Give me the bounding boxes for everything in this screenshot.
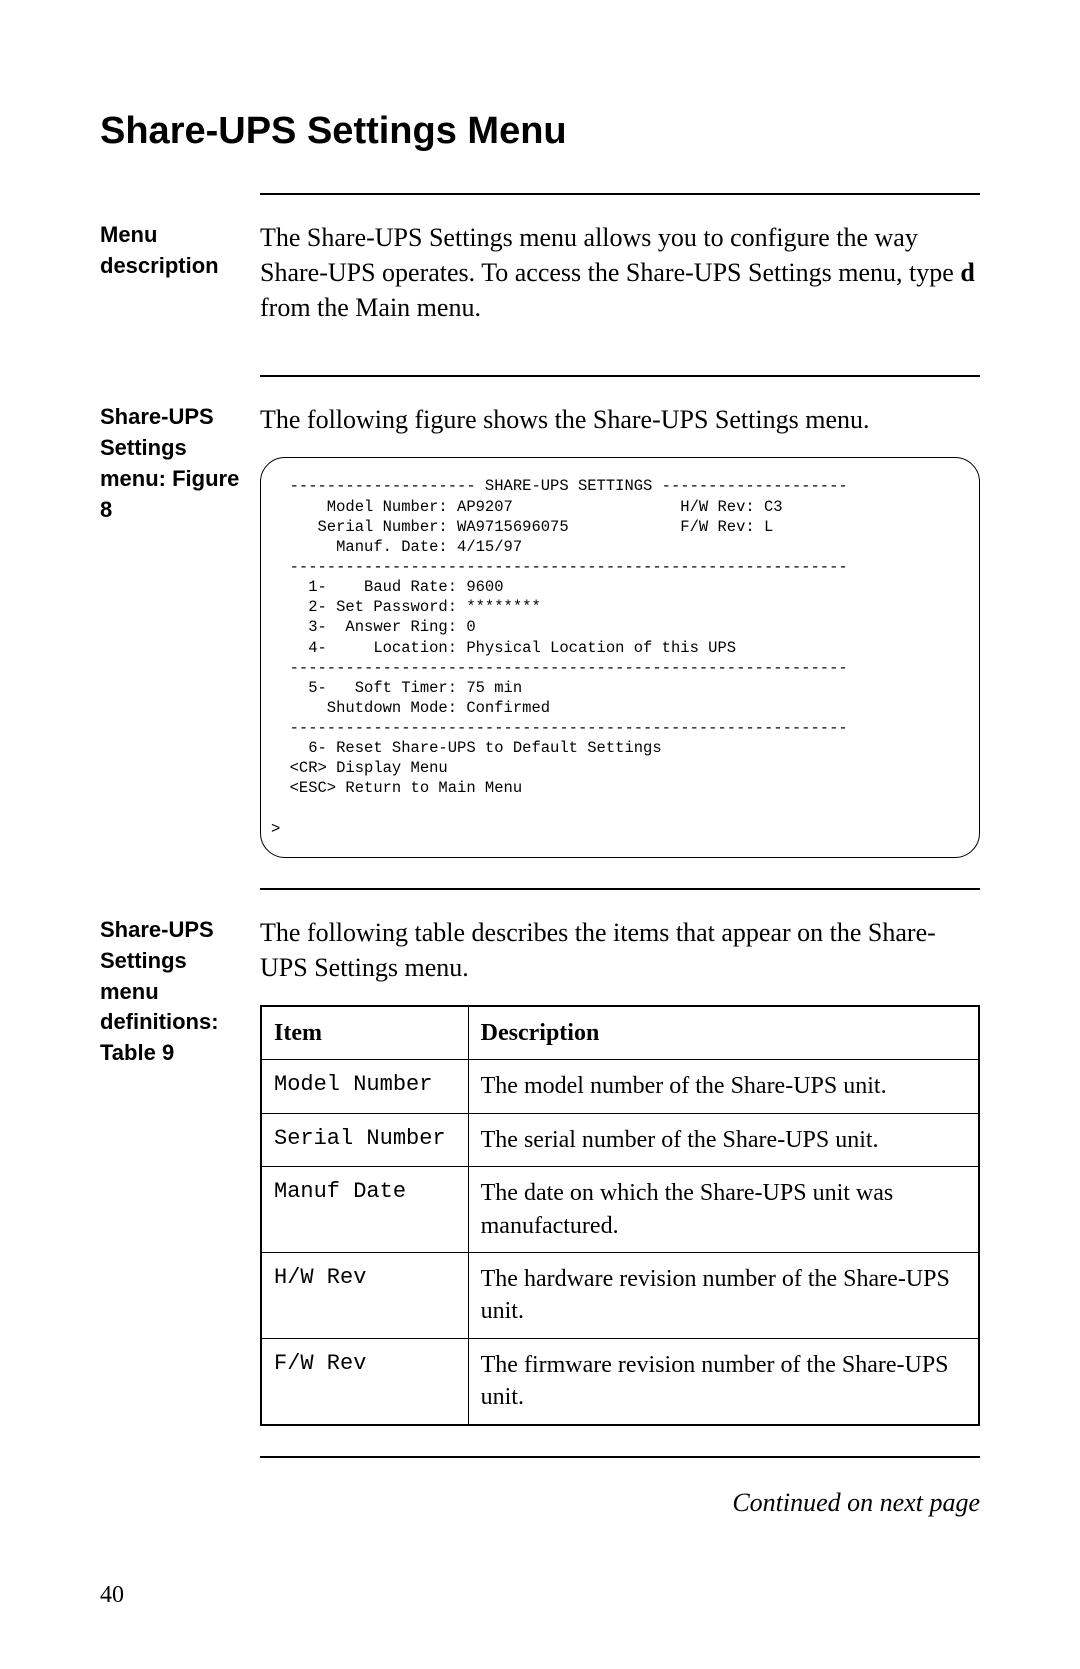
cell-item: Serial Number bbox=[261, 1113, 468, 1166]
cell-item: Manuf Date bbox=[261, 1167, 468, 1253]
table-intro: The following table describes the items … bbox=[260, 915, 980, 985]
table-row: Model Number The model number of the Sha… bbox=[261, 1060, 979, 1113]
page-title: Share-UPS Settings Menu bbox=[100, 110, 980, 153]
figure-intro: The following figure shows the Share-UPS… bbox=[260, 402, 980, 437]
cell-desc: The hardware revision number of the Shar… bbox=[468, 1253, 979, 1339]
section-body-table: The following table describes the items … bbox=[260, 915, 980, 1426]
section-body-figure: The following figure shows the Share-UPS… bbox=[260, 402, 980, 858]
table-header-row: Item Description bbox=[261, 1006, 979, 1060]
menu-description-pre: The Share-UPS Settings menu allows you t… bbox=[260, 223, 960, 287]
cell-desc: The model number of the Share-UPS unit. bbox=[468, 1060, 979, 1113]
menu-description-key: d bbox=[960, 258, 974, 287]
table-row: Manuf Date The date on which the Share-U… bbox=[261, 1167, 979, 1253]
section-figure: Share-UPS Settings menu: Figure 8 The fo… bbox=[260, 375, 980, 858]
page: Share-UPS Settings Menu Menu description… bbox=[0, 0, 1080, 1669]
section-label-table: Share-UPS Settings menu definitions: Tab… bbox=[100, 915, 250, 1069]
menu-description-post: from the Main menu. bbox=[260, 293, 481, 322]
page-number: 40 bbox=[100, 1582, 124, 1609]
continued-text: Continued on next page bbox=[260, 1488, 980, 1518]
section-body-menu-description: The Share-UPS Settings menu allows you t… bbox=[260, 220, 980, 345]
table-row: H/W Rev The hardware revision number of … bbox=[261, 1253, 979, 1339]
header-item: Item bbox=[261, 1006, 468, 1060]
definitions-table: Item Description Model Number The model … bbox=[260, 1005, 980, 1426]
section-label-menu-description: Menu description bbox=[100, 220, 250, 282]
cell-item: F/W Rev bbox=[261, 1338, 468, 1424]
section-table: Share-UPS Settings menu definitions: Tab… bbox=[260, 888, 980, 1426]
section-menu-description: Menu description The Share-UPS Settings … bbox=[260, 193, 980, 345]
section-label-figure: Share-UPS Settings menu: Figure 8 bbox=[100, 402, 250, 525]
table-row: Serial Number The serial number of the S… bbox=[261, 1113, 979, 1166]
table-row: F/W Rev The firmware revision number of … bbox=[261, 1338, 979, 1424]
cell-desc: The firmware revision number of the Shar… bbox=[468, 1338, 979, 1424]
figure-text: -------------------- SHARE-UPS SETTINGS … bbox=[271, 476, 969, 839]
figure-box: -------------------- SHARE-UPS SETTINGS … bbox=[260, 457, 980, 858]
cell-item: Model Number bbox=[261, 1060, 468, 1113]
header-description: Description bbox=[468, 1006, 979, 1060]
cell-desc: The date on which the Share-UPS unit was… bbox=[468, 1167, 979, 1253]
cell-item: H/W Rev bbox=[261, 1253, 468, 1339]
menu-description-text: The Share-UPS Settings menu allows you t… bbox=[260, 220, 980, 325]
cell-desc: The serial number of the Share-UPS unit. bbox=[468, 1113, 979, 1166]
section-rule bbox=[260, 1456, 980, 1458]
